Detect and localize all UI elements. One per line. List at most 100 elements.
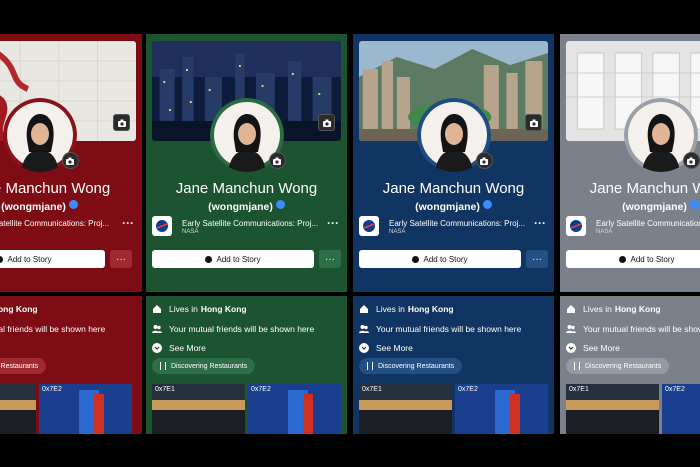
more-options-button[interactable]: ··· bbox=[319, 250, 341, 268]
camera-icon bbox=[117, 119, 126, 127]
chevron-down-icon bbox=[359, 343, 369, 353]
utensils-icon bbox=[574, 362, 580, 370]
home-icon bbox=[567, 305, 575, 313]
camera-icon bbox=[529, 119, 538, 127]
camera-icon bbox=[273, 157, 281, 165]
photo-thumb[interactable]: 0x7E2 bbox=[248, 384, 341, 434]
profile-name: Jane Manchun Wong bbox=[382, 180, 525, 197]
profile-header: Jane Manchun Wong (wongmjane) Early Sate… bbox=[560, 34, 700, 292]
see-more-button[interactable]: See More bbox=[152, 341, 343, 355]
theme-comparison: Jane Manchun Wong (wongmjane) Early Sate… bbox=[0, 34, 700, 434]
work-more-button[interactable]: ··· bbox=[122, 216, 134, 230]
verified-icon bbox=[68, 200, 78, 209]
add-to-story-button[interactable]: Add to Story bbox=[359, 250, 521, 268]
add-to-story-button[interactable]: Add to Story bbox=[152, 250, 314, 268]
profile-name: Jane Manchun Wong bbox=[175, 180, 318, 197]
add-to-story-button[interactable]: Add to Story bbox=[566, 250, 700, 268]
friends-icon bbox=[566, 325, 576, 333]
activity-pill[interactable]: Discovering Restaurants bbox=[152, 358, 256, 374]
avatar-camera-button[interactable] bbox=[475, 152, 493, 169]
work-entry[interactable]: Early Satellite Communications: Proj... … bbox=[566, 216, 700, 238]
mutual-friends-row: Your mutual friends will be shown here bbox=[359, 322, 550, 336]
work-org: NASA bbox=[389, 229, 406, 235]
verified-icon bbox=[275, 200, 285, 209]
lives-in-row: Lives inHong Kong bbox=[566, 302, 700, 316]
profile-panel-blue: Jane Manchun Wong (wongmjane) Early Sate… bbox=[353, 34, 554, 434]
utensils-icon bbox=[160, 362, 166, 370]
activity-pill[interactable]: Discovering Restaurants bbox=[566, 358, 670, 374]
mutual-friends-row: Your mutual friends will be shown here bbox=[0, 324, 106, 334]
cover-camera-button[interactable] bbox=[318, 114, 335, 131]
profile-panel-red: Jane Manchun Wong (wongmjane) Early Sate… bbox=[0, 34, 142, 434]
intro-section: Lives inHong Kong Your mutual friends wi… bbox=[146, 296, 347, 434]
see-more-button[interactable]: See More bbox=[566, 341, 700, 355]
profile-handle: (wongmjane) bbox=[0, 200, 142, 213]
plus-icon bbox=[412, 255, 420, 263]
photo-thumb[interactable]: 0x7E2 bbox=[39, 384, 132, 434]
nasa-logo-icon bbox=[359, 216, 379, 236]
work-more-button[interactable]: ··· bbox=[534, 216, 546, 230]
camera-icon bbox=[322, 119, 331, 127]
camera-icon bbox=[687, 157, 695, 165]
cover-camera-button[interactable] bbox=[525, 114, 542, 131]
see-more-button[interactable]: See More bbox=[359, 341, 550, 355]
profile-header: Jane Manchun Wong (wongmjane) Early Sate… bbox=[353, 34, 554, 292]
work-org: NASA bbox=[596, 229, 613, 235]
lives-in-row: Lives inHong Kong bbox=[152, 302, 343, 316]
utensils-icon bbox=[367, 362, 373, 370]
work-entry[interactable]: Early Satellite Communications: Proj... … bbox=[0, 216, 136, 238]
friends-icon bbox=[152, 325, 162, 333]
avatar-camera-button[interactable] bbox=[61, 152, 79, 169]
work-org: NASA bbox=[182, 229, 199, 235]
home-icon bbox=[153, 305, 161, 313]
more-options-button[interactable]: ··· bbox=[110, 250, 132, 268]
verified-icon bbox=[689, 200, 699, 209]
profile-handle: (wongmjane) bbox=[560, 200, 700, 213]
profile-name: Jane Manchun Wong bbox=[589, 180, 700, 197]
photo-strip: 0x7E1 0x7E2 bbox=[359, 384, 554, 434]
photo-thumb[interactable]: 0x7E1 bbox=[566, 384, 659, 434]
chevron-down-icon bbox=[566, 343, 576, 353]
photo-thumb[interactable]: 0x7E2 bbox=[455, 384, 548, 434]
profile-handle: (wongmjane) bbox=[353, 200, 554, 213]
nasa-logo-icon bbox=[566, 216, 586, 236]
activity-pill[interactable]: Discovering Restaurants bbox=[359, 358, 463, 374]
work-title: Early Satellite Communications: Proj... bbox=[182, 219, 319, 228]
add-to-story-button[interactable]: Add to Story bbox=[0, 250, 105, 268]
see-more-button[interactable]: See More bbox=[0, 341, 138, 355]
profile-header: Jane Manchun Wong (wongmjane) Early Sate… bbox=[0, 34, 142, 292]
more-options-button[interactable]: ··· bbox=[526, 250, 548, 268]
chevron-down-icon bbox=[152, 343, 162, 353]
avatar-camera-button[interactable] bbox=[682, 152, 700, 169]
lives-in-row: Lives inHong Kong bbox=[359, 302, 550, 316]
work-entry[interactable]: Early Satellite Communications: Proj... … bbox=[152, 216, 341, 238]
intro-section: Lives inHong Kong Your mutual friends wi… bbox=[560, 296, 700, 434]
photo-strip: 0x7E1 0x7E2 bbox=[0, 384, 142, 434]
intro-section: Lives inHong Kong Your mutual friends wi… bbox=[353, 296, 554, 434]
camera-icon bbox=[66, 157, 74, 165]
intro-section: Lives inHong Kong Your mutual friends wi… bbox=[0, 296, 142, 434]
plus-icon bbox=[619, 255, 627, 263]
verified-icon bbox=[482, 200, 492, 209]
photo-thumb[interactable]: 0x7E1 bbox=[359, 384, 452, 434]
profile-handle: (wongmjane) bbox=[146, 200, 347, 213]
camera-icon bbox=[480, 157, 488, 165]
work-title: Early Satellite Communications: Proj... bbox=[389, 219, 526, 228]
mutual-friends-row: Your mutual friends will be shown here bbox=[566, 322, 700, 336]
work-more-button[interactable]: ··· bbox=[327, 216, 339, 230]
lives-in-row: Lives inHong Kong bbox=[0, 304, 38, 314]
photo-thumb[interactable]: 0x7E2 bbox=[662, 384, 700, 434]
photo-thumb[interactable]: 0x7E1 bbox=[0, 384, 36, 434]
nasa-logo-icon bbox=[152, 216, 172, 236]
avatar-camera-button[interactable] bbox=[268, 152, 286, 169]
profile-header: Jane Manchun Wong (wongmjane) Early Sate… bbox=[146, 34, 347, 292]
cover-camera-button[interactable] bbox=[113, 114, 130, 131]
plus-icon bbox=[0, 255, 4, 263]
photo-strip: 0x7E1 0x7E2 bbox=[566, 384, 700, 434]
photo-thumb[interactable]: 0x7E1 bbox=[152, 384, 245, 434]
activity-pill[interactable]: Discovering Restaurants bbox=[0, 358, 47, 374]
profile-panel-gray: Jane Manchun Wong (wongmjane) Early Sate… bbox=[560, 34, 700, 434]
work-entry[interactable]: Early Satellite Communications: Proj... … bbox=[359, 216, 548, 238]
photo-strip: 0x7E1 0x7E2 bbox=[152, 384, 347, 434]
home-icon bbox=[360, 305, 368, 313]
